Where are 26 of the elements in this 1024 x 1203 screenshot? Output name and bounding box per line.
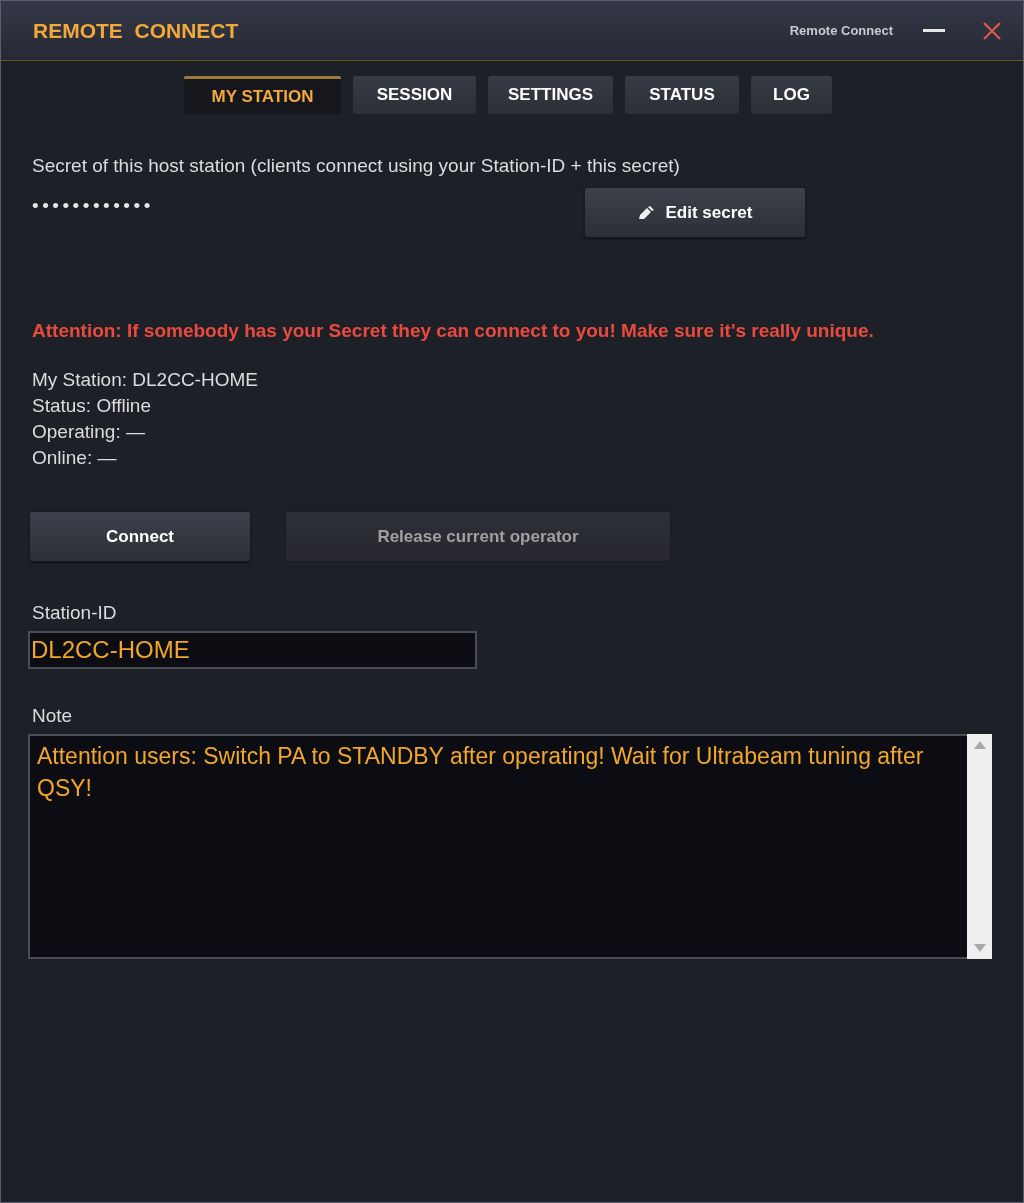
window-caption: Remote Connect	[789, 21, 893, 40]
note-label: Note	[32, 704, 74, 728]
edit-secret-button[interactable]: Edit secret	[584, 187, 806, 238]
tab[interactable]: SETTINGS	[488, 76, 613, 114]
secret-value: ••••••••••••	[32, 195, 155, 217]
note-field[interactable]: Attention users: Switch PA to STANDBY after operating! Wait for Ultrabeam tuning after QSY!	[28, 734, 967, 959]
station-id-field[interactable]: DL2CC-HOME	[28, 631, 477, 669]
scroll-up-icon[interactable]	[972, 740, 987, 750]
window-title: REMOTE CONNECT	[33, 17, 239, 44]
warning-text: Attention: If somebody has your Secret they can connect to you! Make sure it's really unique.	[32, 319, 875, 343]
tab[interactable]: SESSION	[353, 76, 476, 114]
tab[interactable]: LOG	[751, 76, 832, 114]
secret-label: Secret of this host station (clients connect using your Station-ID + this secret)	[32, 154, 681, 178]
scroll-down-icon[interactable]	[972, 943, 987, 953]
station-id-label: Station-ID	[32, 601, 118, 625]
station-info-line: Online: —	[32, 446, 118, 470]
tab[interactable]: STATUS	[625, 76, 739, 114]
close-icon[interactable]	[983, 21, 1001, 40]
connect-button[interactable]: Connect	[29, 511, 251, 562]
station-info-line: Status: Offline	[32, 394, 152, 418]
station-info-line: My Station: DL2CC-HOME	[32, 368, 259, 392]
pencil-icon	[637, 205, 656, 220]
minimize-icon[interactable]	[923, 28, 945, 33]
station-info-line: Operating: —	[32, 420, 146, 444]
scrollbar[interactable]	[967, 734, 992, 959]
tab[interactable]: MY STATION	[184, 76, 341, 114]
